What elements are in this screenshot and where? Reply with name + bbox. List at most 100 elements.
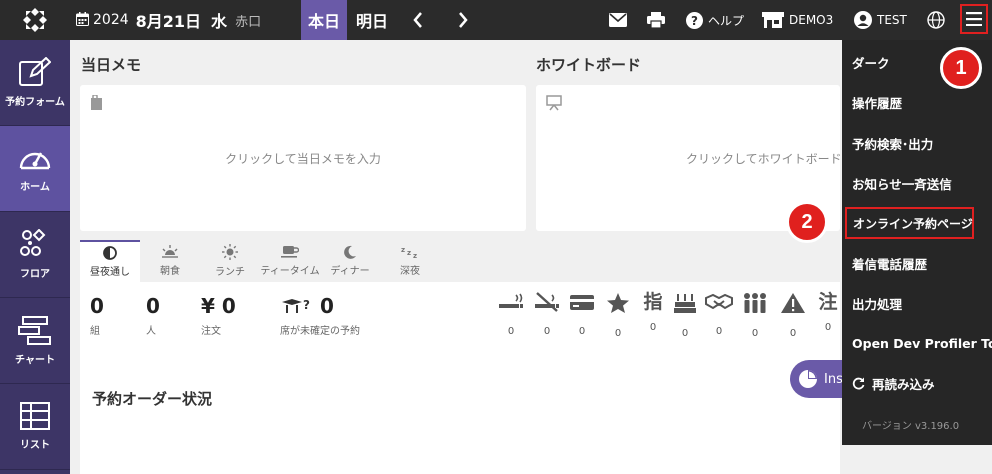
language-button[interactable] [927,0,945,40]
sidebar-item-label: チャート [15,355,55,366]
memo-title: 当日メモ [81,56,142,74]
stat-people-value: 0 [146,294,160,318]
tab-late-night[interactable]: zzz 深夜 [380,240,440,282]
mini-stat-count: 0 [578,326,586,337]
no-smoking-icon [535,292,559,312]
menu-item-incoming-call-history[interactable]: 着信電話履歴 [842,243,992,283]
tab-dinner[interactable]: ディナー [320,240,380,282]
sidebar-item-list[interactable]: リスト [0,384,70,470]
sidebar-item-home[interactable]: ホーム [0,126,70,212]
mini-stat-star[interactable]: 0 [603,292,633,339]
memo-card[interactable]: クリックして当日メモを入力 [80,85,526,231]
mini-stat-count: 0 [649,322,657,333]
table-question-icon: ? [282,298,310,313]
date-day: 8月21日 [135,12,202,31]
mini-stat-handshake[interactable]: 0 [704,292,734,337]
warning-icon [781,293,805,313]
help-button[interactable]: ? ヘルプ [686,0,744,40]
mini-stat-group[interactable]: 0 [740,292,770,339]
menu-item-output-processing[interactable]: 出力処理 [842,283,992,323]
order-status-title: 予約オーダー状況 [92,390,213,408]
star-icon [607,293,629,313]
tab-breakfast[interactable]: 朝食 [140,240,200,282]
memo-hint: クリックして当日メモを入力 [225,152,381,166]
user-icon [854,11,872,29]
sidebar-item-floor[interactable]: フロア [0,212,70,298]
menu-item-reservation-search[interactable]: 予約検索･出力 [842,123,992,163]
next-day-button[interactable] [451,0,475,40]
tab-label: 昼夜通し [90,267,130,278]
whiteboard-title: ホワイトボード [536,56,642,74]
menu-item-label: 再読み込み [872,376,935,392]
hamburger-icon [966,12,982,26]
mini-stat-no-smoking[interactable]: 0 [532,292,562,337]
cake-icon [674,294,696,313]
tab-label: 朝食 [160,266,180,277]
calendar-icon [76,11,89,30]
pie-chart-icon [799,370,817,388]
whiteboard-icon [546,95,562,115]
edit-icon [19,57,51,86]
handshake-icon [705,293,733,310]
sidebar-item-label: フロア [20,269,50,280]
menu-item-broadcast-notice[interactable]: お知らせ一斉送信 [842,163,992,203]
tab-teatime[interactable]: ティータイム [260,240,320,282]
today-button[interactable]: 本日 [301,0,347,40]
sidebar-item-label: リスト [20,440,50,451]
main-menu-dropdown: ダーク 操作履歴 予約検索･出力 お知らせ一斉送信 オンライン予約ページ 着信電… [842,40,992,445]
moon-icon [344,245,356,259]
store-icon [762,12,784,28]
svg-text:z: z [413,252,417,259]
menu-item-reload[interactable]: 再読み込み [842,363,992,403]
sidebar-item-chart[interactable]: チャート [0,298,70,384]
dashboard-gauge-icon [19,152,51,170]
menu-item-online-reservation-page[interactable]: オンライン予約ページ [845,207,974,239]
chevron-right-icon [459,12,468,28]
print-button[interactable] [647,0,665,40]
user-button[interactable]: TEST [854,0,907,40]
note-icon: 注 [818,291,838,313]
menu-item-operation-history[interactable]: 操作履歴 [842,82,992,122]
hamburger-menu-button[interactable] [960,4,988,34]
mini-stat-count: 0 [824,322,832,333]
coffee-cup-icon [281,246,299,258]
menu-item-dev-profiler[interactable]: Open Dev Profiler Tool [842,323,992,363]
mini-stat-cake[interactable]: 0 [670,292,700,339]
mini-stat-count: 0 [614,328,622,339]
tab-all-day[interactable]: 昼夜通し [80,240,140,282]
stat-unassigned: ? 0 席が未確定の予約 [280,294,360,337]
app-version: バージョン v3.196.0 [862,421,960,432]
sidebar-item-reservation-form[interactable]: 予約フォーム [0,40,70,126]
tab-lunch[interactable]: ランチ [200,240,260,282]
mini-stat-smoking[interactable]: 0 [496,292,526,337]
stat-unassigned-label: 席が未確定の予約 [280,326,360,337]
stat-groups-label: 組 [90,326,100,337]
meal-period-tabs: 昼夜通し 朝食 ランチ ティータイム ディナー zzz 深夜 [80,240,440,282]
store-label: DEMO3 [789,13,834,27]
date-selector[interactable]: 2024 8月21日 水 赤口 [76,0,261,40]
sidebar: 予約フォーム ホーム フロア チャート リスト [0,40,70,474]
mini-stat-card[interactable]: 0 [567,292,597,337]
mini-stat-warning[interactable]: 0 [778,292,808,339]
tab-label: ディナー [330,266,370,277]
date-year: 2024 [93,12,129,28]
svg-text:z: z [407,249,411,257]
mini-stat-count: 0 [681,328,689,339]
mini-stat-designated[interactable]: 指 0 [638,292,668,334]
sun-icon [222,244,238,260]
store-button[interactable]: DEMO3 [762,0,833,40]
mini-stat-note[interactable]: 注 0 [813,291,843,334]
prev-day-button[interactable] [406,0,430,40]
tomorrow-button[interactable]: 明日 [347,0,397,40]
globe-icon [927,11,945,29]
date-weekday: 水 [211,12,228,31]
chevron-left-icon [413,12,422,28]
mail-button[interactable] [609,0,627,40]
reload-icon [852,377,865,389]
app-logo[interactable] [0,0,70,40]
svg-text:?: ? [691,14,698,28]
tab-label: 深夜 [400,266,420,277]
stat-people-label: 人 [146,326,156,337]
svg-text:z: z [401,246,405,254]
insight-button[interactable]: Ins [790,360,850,398]
